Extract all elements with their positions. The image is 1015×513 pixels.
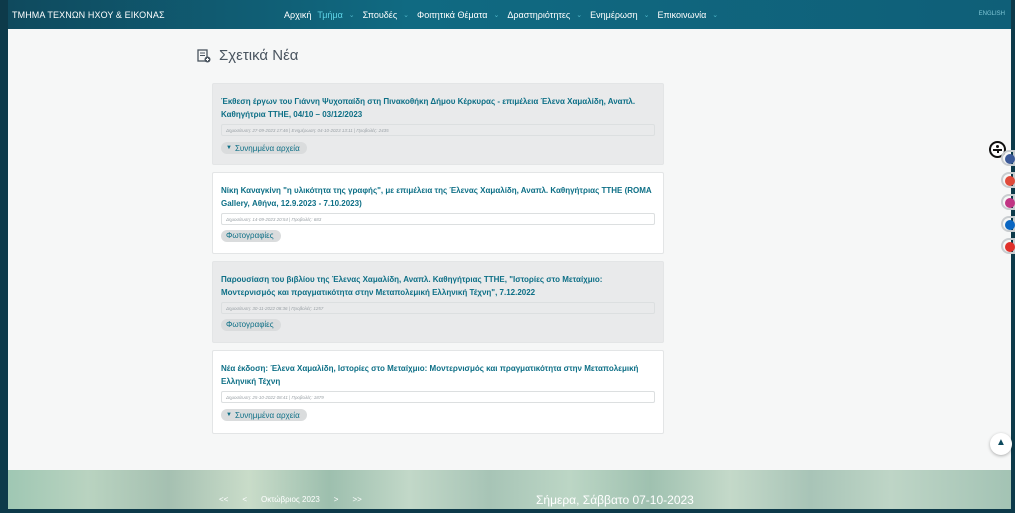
chevron-down-icon[interactable]: ⌄ bbox=[493, 11, 499, 19]
photos-label: Φωτογραφίες bbox=[226, 231, 274, 240]
instagram-icon-fill bbox=[1005, 198, 1015, 208]
menu-item-studies[interactable]: Σπουδές bbox=[363, 10, 398, 20]
frame-bottom bbox=[0, 509, 1015, 513]
menu-item-activities[interactable]: Δραστηριότητες bbox=[507, 10, 570, 20]
today-date: Σήμερα, Σάββατο 07-10-2023 bbox=[536, 493, 694, 507]
chevron-down-icon[interactable]: ⌄ bbox=[576, 11, 582, 19]
chevron-down-icon[interactable]: ⌄ bbox=[644, 11, 650, 19]
news-card: Παρουσίαση του βιβλίου της Έλενας Χαμαλί… bbox=[212, 261, 664, 343]
footer: << < Οκτώβριος 2023 > >> Σήμερα, Σάββατο… bbox=[8, 470, 1011, 509]
news-icon bbox=[197, 48, 211, 63]
page-title: Σχετικά Νέα bbox=[219, 47, 299, 64]
menu-item-student-affairs[interactable]: Φοιτητικά Θέματα bbox=[417, 10, 487, 20]
frame-left bbox=[0, 0, 8, 513]
facebook-icon[interactable] bbox=[1001, 150, 1015, 166]
chevron-down-icon[interactable]: ⌄ bbox=[712, 11, 718, 19]
news-meta: Δημοσίευση: 27-09-2023 17:46 | Ενημέρωση… bbox=[221, 124, 655, 136]
top-navigation: ΤΜΗΜΑ ΤΕΧΝΩΝ ΗΧΟΥ & ΕΙΚΟΝΑΣ Αρχική Τμήμα… bbox=[8, 0, 1011, 29]
news-card: Νέα έκδοση: Έλενα Χαμαλίδη, Ιστορίες στο… bbox=[212, 350, 664, 434]
pager-next[interactable]: > bbox=[334, 495, 339, 504]
calendar-pager: << < Οκτώβριος 2023 > >> bbox=[219, 495, 376, 504]
news-meta: Δημοσίευση: 14-09-2023 20:54 | Προβολές:… bbox=[221, 213, 655, 225]
attachments-label: Συνημμένα αρχεία bbox=[234, 410, 300, 420]
frame-right bbox=[1011, 0, 1015, 513]
attachments-label: Συνημμένα αρχεία bbox=[234, 143, 300, 153]
accessibility-body bbox=[996, 149, 999, 153]
news-title[interactable]: Νέα έκδοση: Έλενα Χαμαλίδη, Ιστορίες στο… bbox=[221, 362, 655, 388]
language-switch[interactable]: ENGLISH bbox=[979, 11, 1005, 17]
chevron-down-icon[interactable]: ⌄ bbox=[403, 11, 409, 19]
news-title[interactable]: Νίκη Καναγκίνη "η υλικότητα της γραφής",… bbox=[221, 184, 655, 210]
main-menu: Αρχική Τμήμα ⌄ Σπουδές ⌄ Φοιτητικά Θέματ… bbox=[284, 10, 726, 20]
pager-last[interactable]: >> bbox=[352, 495, 361, 504]
chevron-up-icon: ▲ bbox=[996, 437, 1006, 448]
photos-label: Φωτογραφίες bbox=[226, 320, 274, 329]
tiktok-icon-fill bbox=[1005, 242, 1015, 252]
news-card: Έκθεση έργων του Γιάννη Ψυχοπαίδη στη Πι… bbox=[212, 83, 664, 165]
menu-item-home[interactable]: Αρχική bbox=[284, 10, 311, 20]
scroll-top-button[interactable]: ▲ bbox=[990, 433, 1012, 455]
menu-item-contact[interactable]: Επικοινωνία bbox=[657, 10, 706, 20]
chevron-down-icon[interactable]: ⌄ bbox=[349, 11, 355, 19]
tiktok-icon[interactable] bbox=[1001, 238, 1015, 254]
linkedin-icon[interactable] bbox=[1001, 216, 1015, 232]
attachments-button[interactable]: ▼ Συνημμένα αρχεία bbox=[221, 142, 307, 154]
menu-item-news[interactable]: Ενημέρωση bbox=[590, 10, 637, 20]
pager-month: Οκτώβριος 2023 bbox=[261, 495, 320, 504]
instagram-icon[interactable] bbox=[1001, 194, 1015, 210]
pager-first[interactable]: << bbox=[219, 495, 228, 504]
youtube-icon-fill bbox=[1005, 176, 1015, 186]
photos-button[interactable]: Φωτογραφίες bbox=[221, 229, 281, 242]
news-meta: Δημοσίευση: 30-11-2022 08:36 | Προβολές:… bbox=[221, 302, 655, 314]
brand-title[interactable]: ΤΜΗΜΑ ΤΕΧΝΩΝ ΗΧΟΥ & ΕΙΚΟΝΑΣ bbox=[12, 10, 165, 20]
youtube-icon[interactable] bbox=[1001, 172, 1015, 188]
chevron-down-icon: ▼ bbox=[226, 145, 232, 151]
menu-item-department[interactable]: Τμήμα bbox=[317, 10, 342, 20]
news-title[interactable]: Έκθεση έργων του Γιάννη Ψυχοπαίδη στη Πι… bbox=[221, 95, 655, 121]
news-card: Νίκη Καναγκίνη "η υλικότητα της γραφής",… bbox=[212, 172, 664, 254]
photos-button[interactable]: Φωτογραφίες bbox=[221, 318, 281, 331]
accessibility-head bbox=[996, 145, 999, 148]
news-title[interactable]: Παρουσίαση του βιβλίου της Έλενας Χαμαλί… bbox=[221, 273, 655, 299]
news-meta: Δημοσίευση: 25-10-2022 08:41 | Προβολές:… bbox=[221, 391, 655, 403]
attachments-button[interactable]: ▼ Συνημμένα αρχεία bbox=[221, 409, 307, 421]
pager-prev[interactable]: < bbox=[242, 495, 247, 504]
linkedin-icon-fill bbox=[1005, 220, 1015, 230]
facebook-icon-fill bbox=[1005, 154, 1015, 164]
chevron-down-icon: ▼ bbox=[226, 412, 232, 418]
section-heading: Σχετικά Νέα bbox=[197, 47, 298, 64]
